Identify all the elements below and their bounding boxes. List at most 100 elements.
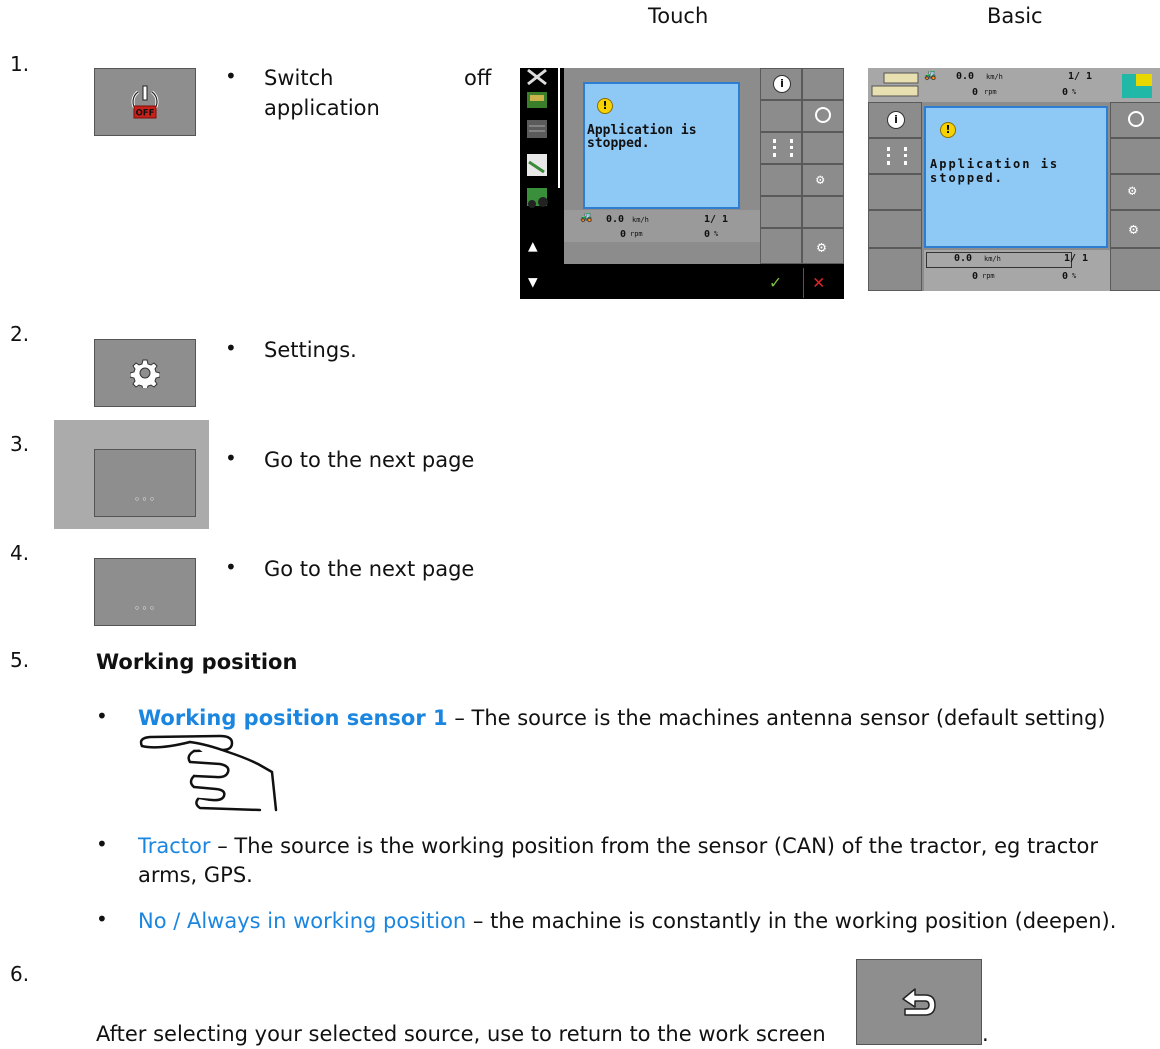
ellipsis-icon: ◦◦◦ xyxy=(133,602,157,615)
cancel-x-icon[interactable]: ✕ xyxy=(813,271,824,293)
bullet: • xyxy=(96,704,108,728)
next-page-button[interactable]: ◦◦◦ xyxy=(94,449,196,517)
step-1-text-line1-right: off xyxy=(464,66,492,90)
basic-top-speed: 0.0 xyxy=(956,71,975,82)
touch-softkey[interactable] xyxy=(802,196,844,228)
step-number: 4. xyxy=(10,541,30,565)
step-6-text: After selecting your selected source, us… xyxy=(96,1022,826,1046)
step-2-text: Settings. xyxy=(264,338,357,362)
touch-left-icons xyxy=(524,68,550,218)
option-label: Tractor xyxy=(138,834,211,858)
basic-softkey[interactable] xyxy=(1110,138,1160,174)
option-label: No / Always in working position xyxy=(138,909,467,933)
basic-power-button[interactable] xyxy=(1110,102,1160,138)
bullet: • xyxy=(225,446,237,470)
power-off-icon: OFF xyxy=(131,85,159,119)
next-page-button[interactable]: ◦◦◦ xyxy=(94,558,196,626)
touch-speed-unit: km/h xyxy=(632,216,649,224)
touch-section-button[interactable] xyxy=(760,132,802,164)
basic-settings-button-2[interactable]: ⚙ xyxy=(1110,174,1160,210)
divider xyxy=(803,268,804,298)
implement-icon xyxy=(871,72,919,97)
step-6-end: . xyxy=(982,1022,989,1046)
option-desc-line2: arms, GPS. xyxy=(138,863,253,887)
bullet: • xyxy=(225,336,237,360)
basic-top-rpm: 0 xyxy=(972,87,979,98)
touch-info-button[interactable]: i xyxy=(760,68,802,100)
touch-rpm-value: 0 xyxy=(620,229,627,240)
bullet: • xyxy=(96,907,108,931)
touch-scroll-up-icon[interactable]: ▲ xyxy=(528,236,538,255)
bullet: • xyxy=(225,555,237,579)
basic-softkey[interactable] xyxy=(868,174,922,210)
touch-settings-button-2[interactable]: ⚙ xyxy=(802,164,844,196)
touch-softkey[interactable] xyxy=(802,132,844,164)
step-3-text: Go to the next page xyxy=(264,448,475,472)
step-number: 6. xyxy=(10,962,30,986)
bullet: • xyxy=(96,832,108,856)
gear-icon: ⚙ xyxy=(817,238,827,256)
basic-softkey[interactable] xyxy=(868,248,922,291)
basic-message-line2: stopped. xyxy=(930,171,1004,185)
seed-hopper-icon xyxy=(1122,74,1152,98)
option-always-working[interactable]: No / Always in working position – the ma… xyxy=(138,907,1116,936)
step-1-text-line2: application xyxy=(264,96,380,120)
basic-softkey[interactable] xyxy=(1110,248,1160,291)
step-number: 5. xyxy=(10,648,30,672)
touch-scroll-down-icon[interactable]: ▼ xyxy=(528,272,538,291)
basic-bottom-status: 0.0 km/h 1/ 1 0 rpm 0 % xyxy=(924,250,1110,291)
basic-bottom-section: 1/ 1 xyxy=(1064,253,1089,264)
touch-percent-unit: % xyxy=(714,230,719,238)
step-number: 3. xyxy=(10,432,30,456)
touch-softkey[interactable] xyxy=(760,228,802,264)
basic-top-percent-unit: % xyxy=(1072,88,1077,96)
column-header-touch: Touch xyxy=(648,4,709,28)
settings-button[interactable] xyxy=(94,339,196,407)
step-1-text-line1: Switch xyxy=(264,66,334,90)
touch-percent-value: 0 xyxy=(704,229,711,240)
step-number: 2. xyxy=(10,322,30,346)
option-tractor[interactable]: Tractor – The source is the working posi… xyxy=(138,832,1098,861)
return-arrow-icon xyxy=(902,988,936,1016)
touch-rpm-unit: rpm xyxy=(630,230,643,238)
basic-bottom-rpm-unit: rpm xyxy=(982,272,995,280)
gear-arrow-icon: ⚙ xyxy=(1128,183,1137,199)
option-desc: – The source is the machines antenna sen… xyxy=(447,706,1106,730)
info-icon: i xyxy=(887,111,905,129)
basic-top-section: 1/ 1 xyxy=(1068,71,1093,82)
touch-message-line2: stopped. xyxy=(587,136,650,151)
touch-screen-preview: ▲ ▼ ! Application is stopped. 🚜 0.0 km/h… xyxy=(520,68,844,299)
touch-scrollbar[interactable] xyxy=(558,68,560,188)
basic-message-line1: Application is xyxy=(930,157,1060,171)
switch-off-button[interactable]: OFF xyxy=(94,68,196,136)
basic-gear-button[interactable]: ⚙ xyxy=(1110,210,1160,248)
touch-power-button[interactable] xyxy=(802,100,844,132)
touch-message-box: ! Application is stopped. xyxy=(583,82,740,209)
basic-screen-preview: 🚜 0.0 km/h 1/ 1 0 rpm 0 % i ! Applicatio… xyxy=(868,68,1160,291)
step-number: 1. xyxy=(10,52,30,76)
option-desc: – The source is the working position fro… xyxy=(210,834,1099,858)
sections-icon xyxy=(887,147,907,165)
touch-softkey[interactable] xyxy=(802,68,844,100)
option-desc: – the machine is constantly in the worki… xyxy=(466,909,1117,933)
touch-side-icons xyxy=(527,68,548,208)
basic-softkey[interactable] xyxy=(868,210,922,248)
touch-softkey[interactable] xyxy=(760,164,802,196)
basic-top-speed-unit: km/h xyxy=(986,73,1003,81)
basic-section-button[interactable] xyxy=(868,138,922,174)
step-4-text: Go to the next page xyxy=(264,557,475,581)
gear-arrow-icon: ⚙ xyxy=(816,172,825,188)
return-button[interactable] xyxy=(856,959,982,1045)
basic-info-button[interactable]: i xyxy=(868,102,922,138)
touch-softkey[interactable] xyxy=(760,196,802,228)
touch-status-area: 🚜 0.0 km/h 1/ 1 0 rpm 0 % xyxy=(564,210,760,242)
touch-speed-value: 0.0 xyxy=(606,214,625,225)
warning-icon: ! xyxy=(940,122,956,138)
basic-bottom-speed-unit: km/h xyxy=(984,255,1001,263)
touch-softkey[interactable] xyxy=(760,100,802,132)
section-title-working-position: Working position xyxy=(96,650,298,674)
option-sensor-1[interactable]: Working position sensor 1 – The source i… xyxy=(138,704,1160,733)
touch-gear-button[interactable]: ⚙ xyxy=(802,228,844,264)
ok-check-icon[interactable]: ✓ xyxy=(770,272,781,293)
off-badge-label: OFF xyxy=(136,109,155,119)
